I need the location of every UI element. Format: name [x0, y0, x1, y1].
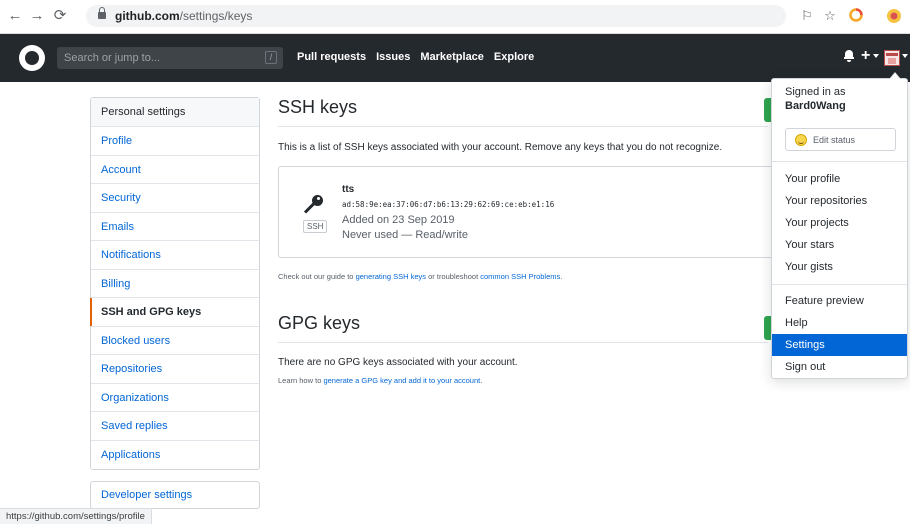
generate-gpg-key-link[interactable]: generate a GPG key and add it to your ac…	[323, 376, 480, 385]
guide-middle: or troubleshoot	[426, 272, 481, 281]
gpg-keys-title: GPG keys	[278, 313, 768, 343]
translate-icon[interactable]: ⚐	[799, 8, 815, 24]
back-arrow-icon[interactable]: ←	[6, 7, 24, 25]
sidebar-item-blocked-users[interactable]: Blocked users	[91, 327, 259, 355]
sidebar-item-security[interactable]: Security	[91, 184, 259, 213]
key-icon	[303, 195, 323, 215]
header-nav: Pull requests Issues Marketplace Explore	[297, 51, 534, 63]
search-placeholder: Search or jump to...	[64, 52, 160, 64]
learn-prefix: Learn how to	[278, 376, 324, 385]
sidebar-item-profile[interactable]: Profile	[91, 127, 259, 156]
menu-item-your-repositories[interactable]: Your repositories	[772, 190, 907, 212]
user-dropdown-menu: Signed in as Bard0Wang Edit status Your …	[771, 72, 908, 379]
profile-icon[interactable]	[886, 8, 902, 24]
menu-item-your-profile[interactable]: Your profile	[772, 168, 907, 190]
avatar[interactable]	[884, 50, 900, 66]
forward-arrow-icon[interactable]: →	[28, 7, 46, 25]
nav-explore[interactable]: Explore	[494, 51, 534, 63]
link-status-bar: https://github.com/settings/profile	[0, 508, 152, 524]
github-logo-icon[interactable]	[19, 45, 45, 71]
caret-down-icon[interactable]	[902, 54, 908, 58]
ssh-badge: SSH	[303, 220, 328, 233]
github-header: Search or jump to... / Pull requests Iss…	[0, 34, 910, 82]
caret-down-icon[interactable]	[873, 54, 879, 58]
ssh-key-usage: Never used — Read/write	[342, 229, 468, 241]
nav-marketplace[interactable]: Marketplace	[420, 51, 484, 63]
sidebar-item-saved-replies[interactable]: Saved replies	[91, 412, 259, 441]
settings-sidebar: Personal settings Profile Account Securi…	[90, 97, 260, 470]
menu-item-sign-out[interactable]: Sign out	[772, 356, 907, 378]
sidebar-item-developer-settings[interactable]: Developer settings	[90, 481, 260, 509]
sidebar-item-organizations[interactable]: Organizations	[91, 384, 259, 412]
menu-item-help[interactable]: Help	[772, 312, 907, 334]
search-input[interactable]: Search or jump to... /	[57, 47, 283, 69]
extension-icon[interactable]	[848, 8, 864, 24]
address-bar[interactable]: github.com/settings/keys	[86, 5, 786, 27]
url-path: /settings/keys	[179, 9, 253, 23]
signed-in-label: Signed in as	[785, 86, 846, 98]
ssh-keys-title: SSH keys	[278, 97, 768, 127]
menu-divider	[772, 161, 907, 162]
guide-prefix: Check out our guide to	[278, 272, 356, 281]
sidebar-item-notifications[interactable]: Notifications	[91, 241, 259, 270]
sidebar-heading: Personal settings	[91, 98, 259, 127]
sidebar-item-emails[interactable]: Emails	[91, 213, 259, 241]
gpg-learn-text: Learn how to generate a GPG key and add …	[278, 376, 768, 385]
sidebar-item-billing[interactable]: Billing	[91, 270, 259, 298]
generating-ssh-keys-link[interactable]: generating SSH keys	[356, 272, 426, 281]
smiley-icon	[795, 134, 807, 146]
menu-item-settings[interactable]: Settings	[772, 334, 907, 356]
sidebar-item-ssh-gpg-keys[interactable]: SSH and GPG keys	[90, 298, 259, 327]
url-host: github.com	[115, 9, 180, 23]
browser-toolbar: ← → ⟳ github.com/settings/keys ⚐ ☆	[0, 0, 910, 34]
nav-issues[interactable]: Issues	[376, 51, 410, 63]
ssh-key-fingerprint: ad:58:9e:ea:37:06:d7:b6:13:29:62:69:ce:e…	[342, 200, 555, 209]
gpg-keys-empty-text: There are no GPG keys associated with yo…	[278, 357, 518, 368]
menu-item-your-gists[interactable]: Your gists	[772, 256, 907, 278]
ssh-key-title: tts	[342, 184, 355, 195]
edit-status-button[interactable]: Edit status	[785, 128, 896, 151]
ssh-keys-description: This is a list of SSH keys associated wi…	[278, 142, 723, 153]
slash-shortcut-hint: /	[265, 51, 277, 64]
plus-icon[interactable]: +	[861, 47, 870, 65]
guide-suffix: .	[560, 272, 563, 281]
ssh-key-item: SSH tts ad:58:9e:ea:37:06:d7:b6:13:29:62…	[278, 166, 808, 258]
menu-item-your-projects[interactable]: Your projects	[772, 212, 907, 234]
nav-pull-requests[interactable]: Pull requests	[297, 51, 366, 63]
signed-in-username: Bard0Wang	[785, 100, 846, 112]
ssh-key-added-date: Added on 23 Sep 2019	[342, 214, 455, 226]
common-ssh-problems-link[interactable]: common SSH Problems	[480, 272, 560, 281]
main-content: SSH keys This is a list of SSH keys asso…	[278, 97, 808, 385]
sidebar-item-account[interactable]: Account	[91, 156, 259, 184]
sidebar-item-applications[interactable]: Applications	[91, 441, 259, 470]
menu-divider	[772, 284, 907, 285]
edit-status-label: Edit status	[813, 135, 856, 145]
menu-item-feature-preview[interactable]: Feature preview	[772, 290, 907, 312]
ssh-guide-text: Check out our guide to generating SSH ke…	[278, 272, 768, 281]
bell-icon[interactable]	[844, 50, 854, 62]
star-icon[interactable]: ☆	[822, 8, 838, 24]
menu-item-your-stars[interactable]: Your stars	[772, 234, 907, 256]
learn-suffix: .	[480, 376, 483, 385]
reload-icon[interactable]: ⟳	[51, 7, 69, 25]
lock-icon	[98, 7, 106, 20]
sidebar-item-repositories[interactable]: Repositories	[91, 355, 259, 384]
address-url: github.com/settings/keys	[115, 9, 252, 23]
